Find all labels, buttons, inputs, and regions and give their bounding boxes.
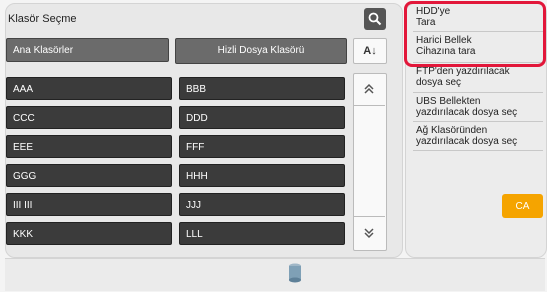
folder-item[interactable]: LLL [179, 222, 345, 245]
scroll-up-button[interactable] [353, 73, 385, 105]
menu-print-usb[interactable]: UBS Bellekten yazdırılacak dosya seç [413, 96, 543, 118]
tab-quick-folder[interactable]: Hizli Dosya Klasörü [175, 38, 347, 64]
sort-az-icon: A↓ [363, 45, 377, 57]
menu-divider [413, 92, 543, 93]
sort-button[interactable]: A↓ [353, 38, 387, 64]
folder-item[interactable]: GGG [6, 164, 172, 187]
highlight-frame [404, 1, 546, 67]
menu-divider [413, 150, 543, 151]
folder-item[interactable]: III III [6, 193, 172, 216]
tab-main-folders[interactable]: Ana Klasörler [6, 38, 169, 62]
scroll-up-icon [364, 83, 374, 94]
search-icon [368, 12, 382, 26]
menu-print-ftp[interactable]: FTP'den yazdırılacak dosya seç [413, 66, 543, 88]
folder-item[interactable]: CCC [6, 106, 172, 129]
storage-icon[interactable] [288, 263, 302, 283]
folder-item[interactable]: EEE [6, 135, 172, 158]
folder-item[interactable]: KKK [6, 222, 172, 245]
ca-button[interactable]: CA [502, 194, 543, 218]
folder-item[interactable]: FFF [179, 135, 345, 158]
bottom-bar [5, 258, 545, 291]
folder-item[interactable]: HHH [179, 164, 345, 187]
folder-item[interactable]: JJJ [179, 193, 345, 216]
folder-item[interactable]: BBB [179, 77, 345, 100]
menu-divider [413, 121, 543, 122]
search-button[interactable] [364, 8, 386, 30]
page-title: Klasör Seçme [8, 13, 77, 25]
folder-item[interactable]: DDD [179, 106, 345, 129]
menu-print-network[interactable]: Ağ Klasöründen yazdırılacak dosya seç [413, 125, 543, 147]
scroll-down-icon [364, 227, 374, 238]
scroll-divider [353, 105, 385, 106]
folder-item[interactable]: AAA [6, 77, 172, 100]
scroll-down-button[interactable] [353, 216, 385, 248]
